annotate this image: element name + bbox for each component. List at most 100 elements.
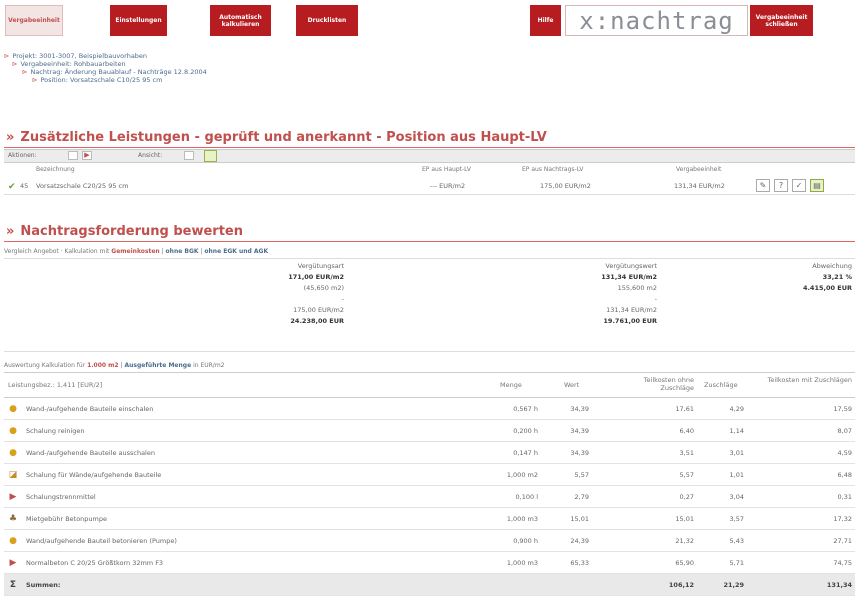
row-zuschlaege: 1,14: [729, 427, 744, 435]
table-row[interactable]: ◪ Schalung für Wände/aufgehende Bauteile 1…: [4, 464, 855, 486]
header-bezeichnung: Bezeichnung: [36, 166, 75, 173]
section-title-nachtragsforderung: » Nachtragsforderung bewerten: [6, 224, 243, 239]
table-row[interactable]: ♣ Mietgebühr Betonpumpe 1,000 m3 15,01 15,01…: [4, 508, 855, 530]
calc-nav-text: Auswertung Kalkulation für: [4, 362, 86, 369]
calc-nav-quantity[interactable]: 1.000 m2: [87, 362, 119, 369]
separator: |: [200, 248, 203, 255]
row-wert: 34,39: [570, 405, 589, 413]
info-icon[interactable]: ?: [774, 179, 788, 192]
comparison-value: 171,00 EUR/m2: [288, 273, 344, 281]
tree-item-projekt[interactable]: ⊳ Projekt: 3001-3007, Beispielbauvorhaben: [4, 52, 207, 60]
view-toggle[interactable]: [184, 151, 194, 160]
breadcrumb-tree: ⊳ Projekt: 3001-3007, Beispielbauvorhaben…: [4, 52, 207, 84]
calculation-table-header: Leistungsbez.: 1,411 [EUR/2] Menge Wert …: [4, 372, 855, 398]
resource-type-icon: ♣: [8, 514, 18, 524]
section-title-text: Nachtragsforderung bewerten: [20, 224, 243, 239]
separator: |: [120, 362, 123, 369]
search-icon[interactable]: [204, 150, 217, 162]
table-row[interactable]: ▶ Normalbeton C 20/25 Größtkorn 32mm F3 1,…: [4, 552, 855, 574]
table-row[interactable]: ▶ Schalungstrennmittel 0,100 l 2,79 0,27 3,04…: [4, 486, 855, 508]
row-teilkosten-mit: 131,34: [826, 581, 852, 589]
row-menge: 0,200 h: [513, 427, 538, 435]
separator: |: [161, 248, 164, 255]
tree-item-nachtrag[interactable]: ⊳ Nachtrag: Änderung Bauablauf - Nachträg…: [4, 68, 207, 76]
comparison-filter-bar: Vergleich Angebot · Kalkulation mit Geme…: [4, 248, 268, 255]
filter-text: Vergleich Angebot · Kalkulation mit: [4, 248, 110, 255]
comparison-header: Vergütungsart: [297, 262, 344, 270]
tab-automatisch-kalkulieren[interactable]: Automatisch kalkulieren: [210, 5, 271, 36]
comparison-value: 131,34 EUR/m2: [601, 273, 657, 281]
row-zuschlaege: 21,29: [723, 581, 744, 589]
row-wert: 34,39: [570, 427, 589, 435]
row-teilkosten-ohne: 5,57: [679, 471, 694, 479]
brand-name: x:nachtrag: [579, 6, 734, 35]
table-row[interactable]: ● Wand-/aufgehende Bauteile ausschalen 0,1…: [4, 442, 855, 464]
accept-icon[interactable]: ✓: [792, 179, 806, 192]
help-button[interactable]: Hilfe: [530, 5, 561, 36]
comparison-col-vergabeart: Vergütungsart 171,00 EUR/m2 (45,650 m2) …: [234, 261, 344, 327]
row-name: Wand/aufgehende Bauteil betonieren (Pump…: [26, 537, 177, 545]
tab-einstellungen[interactable]: Einstellungen: [110, 5, 167, 36]
section-title-zusaetzliche-leistungen: » Zusätzliche Leistungen - geprüft und an…: [6, 130, 547, 145]
double-chevron-icon: »: [6, 130, 15, 145]
tree-arrow-icon: ⊳: [32, 76, 38, 84]
header-teilkosten-mit: Teilkosten mit Zuschlägen: [767, 376, 852, 384]
resource-type-icon: ●: [9, 448, 17, 458]
filter-link-ohne-egk-agk[interactable]: ohne EGK und AGK: [204, 248, 268, 255]
actions-dropdown[interactable]: [68, 151, 78, 160]
row-zuschlaege: 3,01: [729, 449, 744, 457]
edit-icon[interactable]: ✎: [756, 179, 770, 192]
comparison-col-abweichung: Abweichung 33,21 % 4.415,00 EUR: [764, 261, 852, 294]
comparison-value: 131,34 EUR/m2: [606, 306, 657, 314]
comparison-value: -: [341, 295, 344, 303]
check-icon: ✔: [8, 182, 16, 192]
close-vergabeeinheit-button[interactable]: Vergabeeinheit schließen: [750, 5, 813, 36]
position-row[interactable]: ✔ 45 Vorsatzschale C20/25 95 cm --- EUR/…: [4, 178, 855, 195]
tab-vergabeeinheit[interactable]: Vergabeeinheit: [5, 5, 63, 36]
row-menge: 1,000 m3: [506, 515, 538, 523]
brand-logo: x:nachtrag: [565, 5, 748, 36]
row-wert: 24,39: [570, 537, 589, 545]
comparison-col-vergabewert: Vergütungswert 131,34 EUR/m2 155,600 m2 …: [549, 261, 657, 327]
tree-label: Nachtrag: Änderung Bauablauf - Nachträge…: [30, 68, 207, 76]
row-zuschlaege: 3,57: [729, 515, 744, 523]
row-teilkosten-mit: 74,75: [833, 559, 852, 567]
row-name: Normalbeton C 20/25 Größtkorn 32mm F3: [26, 559, 164, 567]
row-teilkosten-ohne: 17,61: [675, 405, 694, 413]
vergabe-value: 131,34 EUR/m2: [674, 182, 725, 190]
resource-type-icon: ◪: [8, 470, 18, 480]
row-teilkosten-mit: 6,48: [837, 471, 852, 479]
table-row[interactable]: ● Wand-/aufgehende Bauteile einschalen 0,5…: [4, 398, 855, 420]
play-icon[interactable]: ▶: [82, 151, 92, 160]
row-menge: 0,100 l: [515, 493, 538, 501]
table-row[interactable]: ● Schalung reinigen 0,200 h 34,39 6,40 1,14 8,…: [4, 420, 855, 442]
tree-item-vergabeeinheit[interactable]: ⊳ Vergabeeinheit: Rohbauarbeiten: [4, 60, 207, 68]
row-zuschlaege: 5,43: [729, 537, 744, 545]
table-row[interactable]: ● Wand/aufgehende Bauteil betonieren (Pum…: [4, 530, 855, 552]
tab-drucklisten[interactable]: Drucklisten: [296, 5, 358, 36]
position-table-header: Bezeichnung EP aus Haupt-LV EP aus Nacht…: [4, 166, 855, 176]
filter-link-gemeinkosten[interactable]: Gemeinkosten: [111, 248, 159, 255]
row-teilkosten-mit: 8,07: [837, 427, 852, 435]
row-wert: 15,01: [570, 515, 589, 523]
row-wert: 2,79: [574, 493, 589, 501]
tree-item-position[interactable]: ⊳ Position: Vorsatzschale C10/25 95 cm: [4, 76, 207, 84]
row-teilkosten-ohne: 21,32: [675, 537, 694, 545]
position-name: Vorsatzschale C20/25 95 cm: [36, 182, 129, 190]
row-teilkosten-ohne: 0,27: [679, 493, 694, 501]
row-zuschlaege: 4,29: [729, 405, 744, 413]
section-title-text: Zusätzliche Leistungen - geprüft und ane…: [20, 130, 547, 145]
sum-row[interactable]: Σ Summen: 106,12 21,29 131,34: [4, 574, 855, 596]
divider: [4, 241, 855, 242]
comparison-value: (45,650 m2): [303, 284, 344, 292]
row-teilkosten-mit: 17,32: [833, 515, 852, 523]
row-teilkosten-mit: 27,71: [833, 537, 852, 545]
header-leistung: Leistungsbez.: 1,411 [EUR/2]: [8, 381, 103, 389]
table-view-icon[interactable]: ▤: [810, 179, 824, 192]
filter-link-ohne-bgk[interactable]: ohne BGK: [166, 248, 199, 255]
calc-nav-link-ausgefuehrte-menge[interactable]: Ausgeführte Menge: [124, 362, 191, 369]
row-menge: 0,147 h: [513, 449, 538, 457]
tree-arrow-icon: ⊳: [4, 52, 10, 60]
top-navigation: Vergabeeinheit Einstellungen Automatisch…: [0, 0, 859, 40]
row-name: Schalung reinigen: [26, 427, 85, 435]
